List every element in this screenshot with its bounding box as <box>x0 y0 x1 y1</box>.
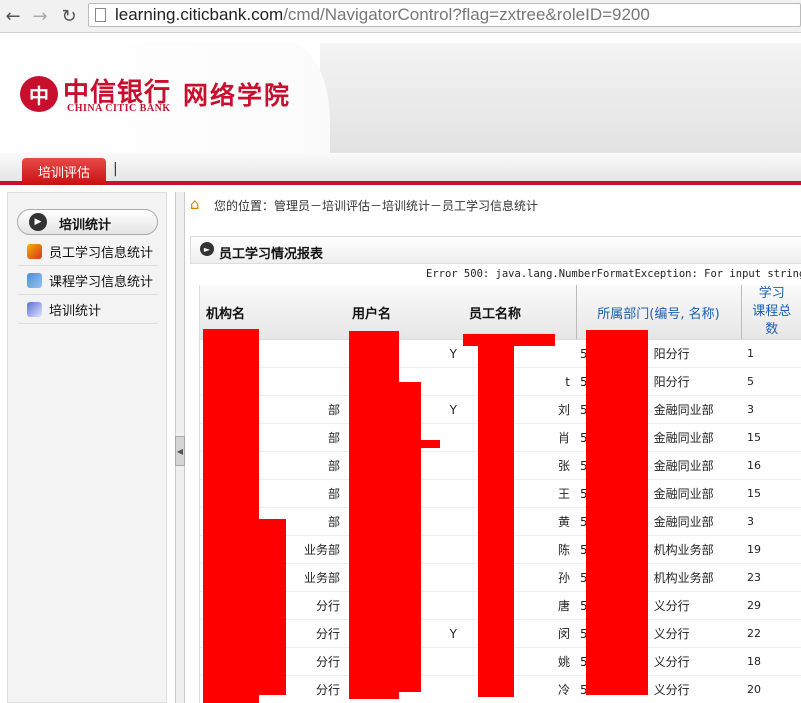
cell-course-count: 22 <box>741 619 801 648</box>
cell-course-count: 16 <box>741 451 801 480</box>
cell-course-count: 18 <box>741 647 801 676</box>
citic-logo-icon: 中 <box>20 76 58 112</box>
home-icon[interactable]: ⌂ <box>190 195 206 213</box>
address-bar[interactable]: learning.citicbank.com/cmd/NavigatorCont… <box>88 3 801 27</box>
page-icon <box>95 8 106 22</box>
back-arrow-icon[interactable]: ← <box>2 5 24 27</box>
redaction-mark <box>203 329 259 703</box>
logo-academy-name: 网络学院 <box>183 81 292 110</box>
cell-course-count: 29 <box>741 591 801 620</box>
header-course-count[interactable]: 学习 课程总数 <box>740 285 801 340</box>
cell-course-count: 3 <box>741 395 801 424</box>
dept-name: 金融同业部 <box>653 431 714 445</box>
cell-course-count: 3 <box>741 507 801 536</box>
employee-stats-icon <box>27 244 42 259</box>
sidebar-item-label: 课程学习信息统计 <box>49 275 154 290</box>
url-path: /cmd/NavigatorControl?flag=zxtree&roleID… <box>283 5 650 24</box>
dept-name: 机构业务部 <box>653 543 714 557</box>
logo-english-name: CHINA CITIC BANK <box>67 103 171 114</box>
cell-course-count: 20 <box>741 675 801 703</box>
sidebar-heading-label: 培训统计 <box>59 218 112 233</box>
url-host: learning.citicbank.com <box>115 5 284 24</box>
dept-name: 义分行 <box>653 683 690 697</box>
dept-name: 义分行 <box>653 655 690 669</box>
cell-course-count: 19 <box>741 535 801 564</box>
training-stats-icon <box>27 302 42 317</box>
breadcrumb: 您的位置：管理员－培训评估－培训统计－员工学习信息统计 <box>214 199 539 213</box>
redaction-mark <box>259 519 286 695</box>
table-header-row: 机构名 用户名 员工名称 所属部门(编号, 名称) 学习 课程总数 <box>200 285 801 340</box>
dept-name: 金融同业部 <box>653 459 714 473</box>
cell-course-count: 23 <box>741 563 801 592</box>
header-course-line2: 课程总数 <box>752 304 792 337</box>
browser-toolbar: ← → ↻ learning.citicbank.com/cmd/Navigat… <box>0 0 801 33</box>
play-circle-icon: ▶ <box>29 213 47 231</box>
dept-name: 义分行 <box>653 599 690 613</box>
cell-course-count: 15 <box>741 479 801 508</box>
dept-name: 义分行 <box>653 627 690 641</box>
sidebar-item-label: 培训统计 <box>49 304 102 319</box>
sidebar-item-training-stats[interactable]: 培训统计 <box>18 295 158 324</box>
sidebar-heading[interactable]: ▶ 培训统计 <box>17 209 158 235</box>
course-stats-icon <box>27 273 42 288</box>
dept-name: 阳分行 <box>653 375 690 389</box>
cell-course-count: 15 <box>741 423 801 452</box>
dept-name: 阳分行 <box>653 347 690 361</box>
cell-course-count: 5 <box>741 367 801 396</box>
sidebar-item-label: 员工学习信息统计 <box>49 246 154 261</box>
redaction-mark <box>420 440 440 448</box>
menu-bar <box>0 153 801 185</box>
header-background <box>320 43 801 153</box>
redaction-mark <box>396 382 421 692</box>
menu-separator: | <box>113 161 118 177</box>
sidebar-item-course-stats[interactable]: 课程学习信息统计 <box>18 266 158 295</box>
arrow-circle-icon: ► <box>200 242 214 256</box>
reload-icon[interactable]: ↻ <box>58 5 80 27</box>
header-employee-name[interactable]: 员工名称 <box>463 285 576 340</box>
header-course-line1: 学习 <box>758 286 785 301</box>
dept-name: 金融同业部 <box>653 487 714 501</box>
redaction-mark <box>478 345 514 697</box>
dept-name: 机构业务部 <box>653 571 714 585</box>
tab-training-evaluation[interactable]: 培训评估 <box>22 158 106 185</box>
redaction-mark <box>586 330 648 695</box>
dept-name: 金融同业部 <box>653 403 714 417</box>
cell-course-count: 1 <box>741 339 801 368</box>
error-message: Error 500: java.lang.NumberFormatExcepti… <box>426 268 801 280</box>
url-text[interactable]: learning.citicbank.com/cmd/NavigatorCont… <box>115 5 650 25</box>
dept-name: 金融同业部 <box>653 515 714 529</box>
forward-arrow-icon[interactable]: → <box>29 5 51 27</box>
redaction-mark <box>349 331 399 699</box>
report-title: 员工学习情况报表 <box>219 247 324 262</box>
collapse-arrow-icon[interactable]: ◀ <box>175 436 185 466</box>
sidebar-item-employee-stats[interactable]: 员工学习信息统计 <box>18 237 158 266</box>
